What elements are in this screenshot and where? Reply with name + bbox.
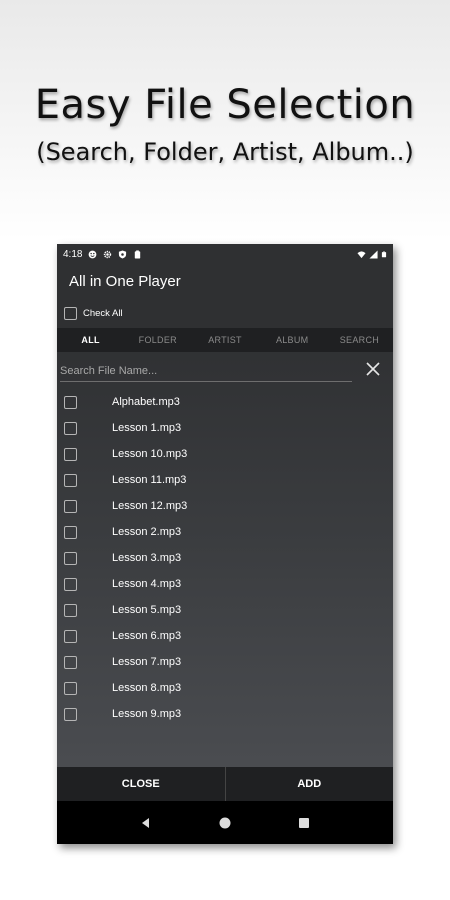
list-item[interactable]: Lesson 9.mp3 <box>57 701 393 727</box>
file-checkbox[interactable] <box>64 681 77 695</box>
clipboard-icon <box>135 249 141 259</box>
file-checkbox[interactable] <box>64 499 77 513</box>
file-name: Lesson 11.mp3 <box>112 474 187 486</box>
list-item[interactable]: Lesson 10.mp3 <box>57 441 393 467</box>
tab-bar: ALL FOLDER ARTIST ALBUM SEARCH <box>57 328 393 352</box>
promo-subline: (Search, Folder, Artist, Album..) <box>36 138 414 166</box>
file-checkbox[interactable] <box>64 629 77 643</box>
list-item[interactable]: Lesson 3.mp3 <box>57 545 393 571</box>
file-name: Lesson 12.mp3 <box>112 500 188 512</box>
file-name: Alphabet.mp3 <box>112 396 180 408</box>
file-checkbox[interactable] <box>64 447 77 461</box>
file-name: Lesson 2.mp3 <box>112 526 182 538</box>
promo-headline: Easy File Selection <box>34 82 416 128</box>
file-checkbox[interactable] <box>64 577 77 591</box>
system-nav-bar <box>57 801 393 844</box>
file-checkbox[interactable] <box>64 551 77 565</box>
face-icon <box>89 250 97 258</box>
file-checkbox[interactable] <box>64 603 77 617</box>
file-name: Lesson 1.mp3 <box>112 422 182 434</box>
list-item[interactable]: Lesson 2.mp3 <box>57 519 393 545</box>
tab-artist[interactable]: ARTIST <box>191 335 258 345</box>
back-icon[interactable] <box>139 816 153 830</box>
list-item[interactable]: Lesson 5.mp3 <box>57 597 393 623</box>
wifi-icon <box>357 250 366 258</box>
recents-icon[interactable] <box>297 816 311 830</box>
file-checkbox[interactable] <box>64 473 77 487</box>
home-icon[interactable] <box>218 816 232 830</box>
action-bar: CLOSE ADD <box>57 767 393 801</box>
battery-icon <box>381 251 387 257</box>
list-item[interactable]: Alphabet.mp3 <box>57 389 393 415</box>
close-button[interactable]: CLOSE <box>57 767 226 801</box>
file-name: Lesson 7.mp3 <box>112 656 182 668</box>
file-name: Lesson 10.mp3 <box>112 448 188 460</box>
close-icon[interactable] <box>365 361 381 377</box>
tab-all[interactable]: ALL <box>57 335 124 345</box>
search-input[interactable] <box>60 360 352 382</box>
settings-icon <box>104 250 112 258</box>
file-name: Lesson 4.mp3 <box>112 578 182 590</box>
file-name: Lesson 5.mp3 <box>112 604 182 616</box>
add-button[interactable]: ADD <box>226 767 394 801</box>
status-bar: 4:18 <box>57 244 393 264</box>
file-checkbox[interactable] <box>64 707 77 721</box>
shield-icon <box>119 249 127 259</box>
list-item[interactable]: Lesson 8.mp3 <box>57 675 393 701</box>
file-checkbox[interactable] <box>64 395 77 409</box>
file-name: Lesson 3.mp3 <box>112 552 182 564</box>
file-checkbox[interactable] <box>64 525 77 539</box>
file-name: Lesson 8.mp3 <box>112 682 182 694</box>
list-item[interactable]: Lesson 12.mp3 <box>57 493 393 519</box>
list-item[interactable]: Lesson 4.mp3 <box>57 571 393 597</box>
file-checkbox[interactable] <box>64 655 77 669</box>
tab-folder[interactable]: FOLDER <box>124 335 191 345</box>
check-all-label: Check All <box>83 307 123 319</box>
check-all-row[interactable]: Check All <box>57 298 393 328</box>
list-item[interactable]: Lesson 6.mp3 <box>57 623 393 649</box>
signal-icon <box>369 249 378 259</box>
list-item[interactable]: Lesson 1.mp3 <box>57 415 393 441</box>
app-title: All in One Player <box>69 272 181 290</box>
list-item[interactable]: Lesson 11.mp3 <box>57 467 393 493</box>
check-all-checkbox[interactable] <box>64 306 77 320</box>
file-list: Alphabet.mp3 Lesson 1.mp3 Lesson 10.mp3 … <box>57 389 393 727</box>
list-item[interactable]: Lesson 7.mp3 <box>57 649 393 675</box>
tab-search[interactable]: SEARCH <box>326 335 393 345</box>
tab-album[interactable]: ALBUM <box>259 335 326 345</box>
phone-screen: 4:18 All in One Player Check All ALL FOL… <box>57 244 393 844</box>
app-bar: All in One Player <box>57 264 393 298</box>
file-name: Lesson 6.mp3 <box>112 630 182 642</box>
status-time: 4:18 <box>63 248 83 260</box>
search-row <box>57 352 393 386</box>
file-checkbox[interactable] <box>64 421 77 435</box>
file-name: Lesson 9.mp3 <box>112 708 182 720</box>
